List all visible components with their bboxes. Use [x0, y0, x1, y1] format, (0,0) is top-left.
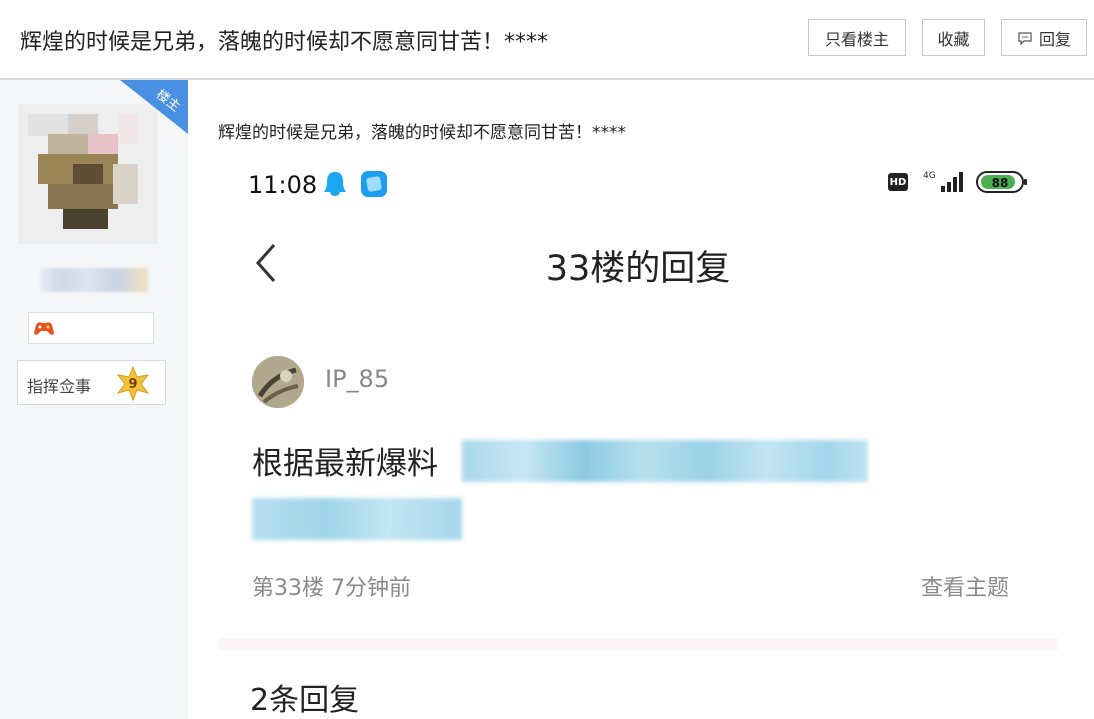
floor-info: 第33楼 7分钟前 — [252, 576, 411, 601]
battery-level: 88 — [992, 176, 1009, 190]
reply-page-title: 33楼的回复 — [545, 249, 731, 289]
commenter-avatar[interactable] — [252, 356, 304, 408]
view-topic-link[interactable]: 查看主题 — [921, 570, 1009, 602]
reply-button-label: 回复 — [1038, 29, 1071, 49]
embedded-screenshot: 11:08 HD 4G 88 33楼的回复 IP_85 根据最新爆料 第33楼 … — [218, 160, 1058, 719]
post-header: 辉煌的时候是兄弟，落魄的时候却不愿意同甘苦！**** 只看楼主 收藏 回复 — [0, 0, 1094, 80]
commenter-name[interactable]: IP_85 — [325, 365, 389, 393]
blurred-text-line-1 — [462, 440, 868, 482]
status-time: 11:08 — [248, 171, 318, 199]
signal-icon: 4G — [923, 171, 963, 192]
rank-title: 指挥佥事 — [27, 377, 92, 396]
author-sidebar: 楼主 指挥佥事 9 — [0, 80, 188, 719]
hd-indicator: HD — [888, 173, 908, 191]
replies-count: 2条回复 — [250, 683, 360, 718]
comment-icon — [1018, 31, 1032, 45]
network-type: 4G — [923, 171, 936, 181]
rank-badge: 指挥佥事 9 — [17, 360, 166, 405]
blurred-text-line-2 — [252, 498, 462, 540]
only-op-button[interactable]: 只看楼主 — [808, 19, 906, 56]
post-text: 辉煌的时候是兄弟，落魄的时候却不愿意同甘苦！**** — [218, 123, 626, 143]
favorite-button[interactable]: 收藏 — [922, 19, 985, 56]
comment-text: 根据最新爆料 — [252, 446, 438, 482]
qq-icon — [324, 172, 346, 196]
section-divider — [218, 638, 1058, 650]
level-star-icon: 9 — [116, 365, 150, 401]
battery-icon: 88 — [976, 171, 1027, 193]
gamepad-icon — [34, 322, 54, 335]
app-notification-icon — [361, 171, 387, 197]
reply-button[interactable]: 回复 — [1001, 19, 1087, 56]
post-content: 辉煌的时候是兄弟，落魄的时候却不愿意同甘苦！**** 11:08 HD 4G 8… — [188, 80, 1094, 719]
level-number: 9 — [128, 377, 137, 392]
op-corner-tag: 楼主 — [120, 80, 188, 134]
author-name-blurred[interactable] — [40, 268, 148, 292]
thread-title: 辉煌的时候是兄弟，落魄的时候却不愿意同甘苦！**** — [20, 30, 549, 55]
game-badge — [28, 312, 154, 344]
